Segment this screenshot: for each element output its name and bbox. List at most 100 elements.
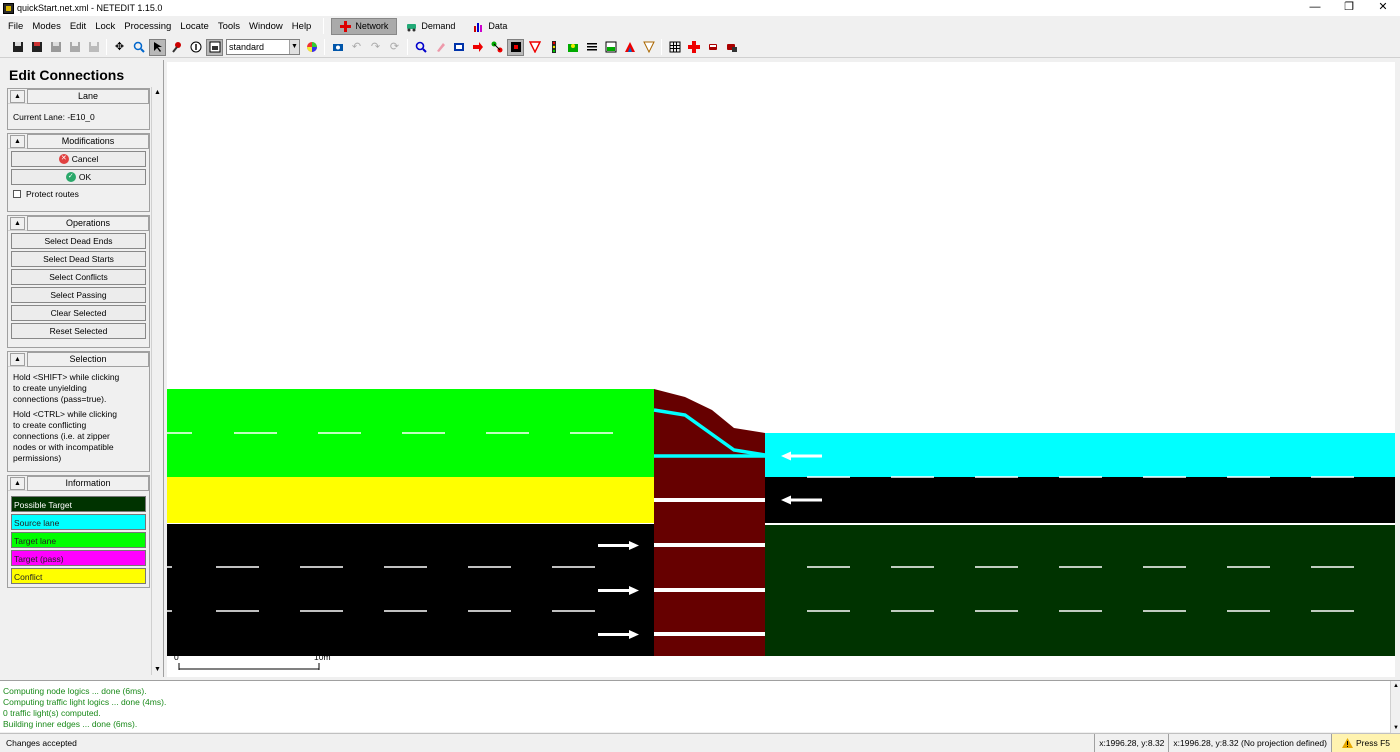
lane-group-header[interactable]: ▲ Lane bbox=[8, 88, 149, 104]
redo-icon[interactable]: ↷ bbox=[367, 39, 384, 56]
recompute-icon[interactable]: ⟳ bbox=[386, 39, 403, 56]
selection-group-header[interactable]: ▲ Selection bbox=[8, 351, 149, 367]
selection-group: ▲ Selection Hold <SHIFT> while clicking … bbox=[7, 351, 150, 472]
select-dead-starts-button[interactable]: Select Dead Starts bbox=[11, 251, 146, 267]
shape-mode-icon[interactable] bbox=[621, 39, 638, 56]
select-passing-button[interactable]: Select Passing bbox=[11, 287, 146, 303]
selection-help-shift: Hold <SHIFT> while clicking to create un… bbox=[13, 372, 120, 404]
save-demand-icon[interactable] bbox=[85, 39, 102, 56]
collapse-icon[interactable]: ▲ bbox=[10, 352, 25, 366]
undo-icon[interactable]: ↶ bbox=[348, 39, 365, 56]
create-edge-icon[interactable] bbox=[469, 39, 486, 56]
operations-group-label: Operations bbox=[27, 215, 149, 231]
select-icon[interactable] bbox=[149, 38, 166, 56]
collapse-icon[interactable]: ▲ bbox=[10, 476, 25, 490]
grid-mode-icon[interactable] bbox=[206, 38, 223, 56]
save-all-icon[interactable] bbox=[47, 39, 64, 56]
select-conflicts-button[interactable]: Select Conflicts bbox=[11, 269, 146, 285]
connection-mode-icon[interactable] bbox=[507, 38, 524, 56]
lane-group-label: Lane bbox=[27, 88, 149, 104]
select-dead-ends-button[interactable]: Select Dead Ends bbox=[11, 233, 146, 249]
menu-separator bbox=[323, 18, 325, 34]
taz-mode-icon[interactable] bbox=[602, 39, 619, 56]
window-controls: — ❐ ✕ bbox=[1298, 0, 1400, 16]
grid-icon[interactable] bbox=[666, 39, 683, 56]
minimize-button[interactable]: — bbox=[1298, 0, 1332, 16]
vehicle-icon[interactable] bbox=[704, 39, 721, 56]
help-hint-button[interactable]: Press F5 bbox=[1330, 733, 1400, 752]
menu-processing[interactable]: Processing bbox=[124, 21, 171, 32]
outgoing-lane-road[interactable] bbox=[765, 477, 1395, 523]
save-icon[interactable] bbox=[28, 39, 45, 56]
menu-help[interactable]: Help bbox=[292, 21, 312, 32]
log-line: Building inner edges ... done (6ms). bbox=[3, 719, 138, 729]
vehicle-routes-icon[interactable] bbox=[723, 39, 740, 56]
checkbox-box[interactable] bbox=[13, 190, 21, 198]
info-icon[interactable] bbox=[187, 39, 204, 56]
scheme-select-value: standard bbox=[229, 42, 265, 52]
network-view[interactable] bbox=[167, 62, 1395, 677]
menu-modes[interactable]: Modes bbox=[32, 21, 61, 32]
ok-button[interactable]: ✓ OK bbox=[11, 169, 146, 185]
menu-locate[interactable]: Locate bbox=[180, 21, 209, 32]
additional-mode-icon[interactable] bbox=[564, 39, 581, 56]
possible-target-road[interactable] bbox=[765, 525, 1395, 656]
conflict-lane-road[interactable] bbox=[167, 477, 654, 523]
move-icon[interactable]: ✥ bbox=[111, 39, 128, 56]
modifications-group-header[interactable]: ▲ Modifications bbox=[8, 133, 149, 149]
cancel-button[interactable]: ✕ Cancel bbox=[11, 151, 146, 167]
protect-routes-checkbox[interactable]: Protect routes bbox=[8, 187, 149, 201]
screenshot-icon[interactable] bbox=[329, 39, 346, 56]
reset-selected-button[interactable]: Reset Selected bbox=[11, 323, 146, 339]
restore-button[interactable]: ❐ bbox=[1332, 0, 1366, 16]
operations-group-header[interactable]: ▲ Operations bbox=[8, 215, 149, 231]
demand-mode-label: Demand bbox=[421, 21, 456, 31]
junction-area[interactable] bbox=[654, 389, 765, 656]
collapse-icon[interactable]: ▲ bbox=[10, 216, 25, 230]
menu-tools[interactable]: Tools bbox=[218, 21, 240, 32]
toolbar-separator bbox=[106, 39, 107, 55]
app-icon bbox=[3, 2, 14, 14]
menu-file[interactable]: File bbox=[8, 21, 23, 32]
wire-mode-icon[interactable] bbox=[640, 39, 657, 56]
menu-lock[interactable]: Lock bbox=[95, 21, 115, 32]
inspect-icon[interactable] bbox=[168, 39, 185, 56]
inspect-mode-icon[interactable] bbox=[412, 39, 429, 56]
save-additionals-icon[interactable] bbox=[66, 39, 83, 56]
clear-selected-button[interactable]: Clear Selected bbox=[11, 305, 146, 321]
message-log: Computing node logics ... done (6ms). Co… bbox=[0, 680, 1400, 733]
new-network-icon[interactable] bbox=[9, 39, 26, 56]
panel-scrollbar[interactable]: ▲ ▼ bbox=[151, 87, 162, 675]
select-mode-icon[interactable] bbox=[450, 39, 467, 56]
collapse-icon[interactable]: ▲ bbox=[10, 89, 25, 103]
crossing-mode-icon[interactable] bbox=[583, 39, 600, 56]
color-wheel-icon[interactable] bbox=[303, 39, 320, 56]
log-scrollbar[interactable]: ▲ ▼ bbox=[1390, 681, 1400, 733]
menu-window[interactable]: Window bbox=[249, 21, 283, 32]
network-canvas[interactable]: 0 10m bbox=[167, 62, 1395, 677]
scheme-select[interactable]: standard ▼ bbox=[226, 39, 300, 55]
scroll-down-icon[interactable]: ▼ bbox=[152, 664, 163, 675]
cursor-coordinates: x:1996.28, y:8.32 bbox=[1094, 733, 1168, 752]
data-mode-button[interactable]: Data bbox=[464, 18, 516, 35]
zoom-icon[interactable] bbox=[130, 39, 147, 56]
scroll-up-icon[interactable]: ▲ bbox=[152, 87, 163, 98]
delete-mode-icon[interactable] bbox=[431, 39, 448, 56]
incoming-lanes-road[interactable] bbox=[167, 524, 654, 656]
source-lane-road[interactable] bbox=[765, 433, 1395, 477]
lane-divider bbox=[765, 523, 1395, 525]
traffic-light-icon[interactable] bbox=[545, 39, 562, 56]
information-group-header[interactable]: ▲ Information bbox=[8, 475, 149, 491]
junction-shape-icon[interactable] bbox=[685, 39, 702, 56]
collapse-icon[interactable]: ▲ bbox=[10, 134, 25, 148]
scale-start-label: 0 bbox=[174, 652, 179, 662]
network-mode-button[interactable]: Network bbox=[331, 17, 398, 35]
scroll-down-icon[interactable]: ▼ bbox=[1391, 723, 1400, 733]
demand-mode-button[interactable]: Demand bbox=[397, 18, 464, 35]
close-button[interactable]: ✕ bbox=[1366, 0, 1400, 16]
scroll-up-icon[interactable]: ▲ bbox=[1391, 681, 1400, 691]
cancel-button-label: Cancel bbox=[71, 154, 99, 164]
move-mode-icon[interactable] bbox=[488, 39, 505, 56]
menu-edit[interactable]: Edit bbox=[70, 21, 86, 32]
prohibition-mode-icon[interactable] bbox=[526, 39, 543, 56]
